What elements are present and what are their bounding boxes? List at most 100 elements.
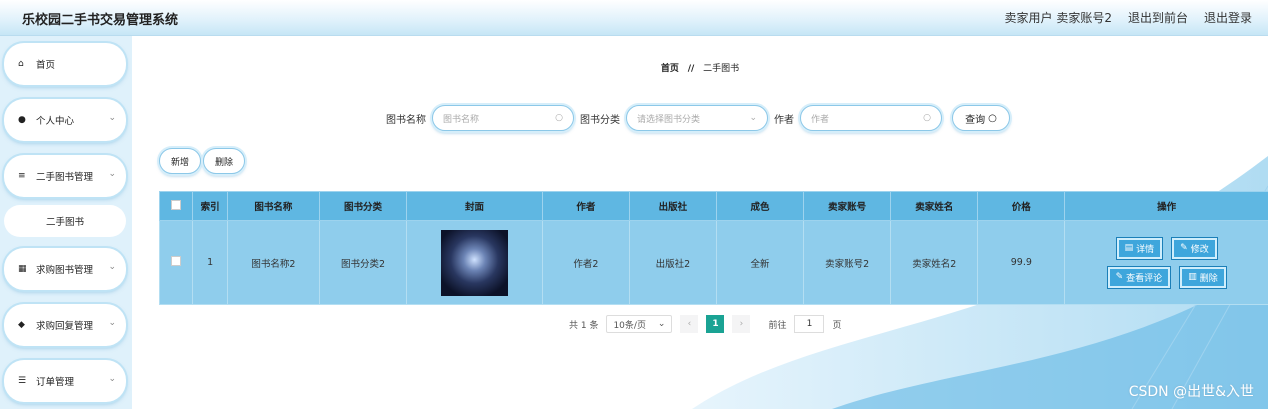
goto-label: 前往 <box>768 320 787 331</box>
col-header: 成色 <box>715 191 805 221</box>
cell-seller-name: 卖家姓名2 <box>890 220 979 305</box>
row-delete-label: 删除 <box>1199 273 1218 284</box>
select-all-header[interactable] <box>158 191 194 221</box>
watermark: CSDN @出世&入世 <box>1128 384 1254 400</box>
cell-seller-account: 卖家账号2 <box>803 220 892 305</box>
logout-link[interactable]: 退出登录 <box>1204 9 1252 26</box>
sidebar-item-wanted[interactable]: ▦ 求购图书管理 ⌄ <box>4 248 126 290</box>
col-header: 封面 <box>406 191 543 221</box>
pagination-total: 共 1 条 <box>569 320 599 331</box>
cover-image[interactable] <box>440 229 508 296</box>
book-name-placeholder: 图书名称 <box>443 114 480 125</box>
breadcrumb-separator: // <box>687 64 695 74</box>
cell-name: 图书名称2 <box>226 220 321 305</box>
edit-icon: ✎ <box>1115 272 1124 282</box>
row-checkbox[interactable] <box>171 256 182 266</box>
chevron-down-icon: ⌄ <box>108 374 116 384</box>
sidebar-subitem-label: 二手图书 <box>45 217 84 228</box>
col-header: 价格 <box>977 191 1066 221</box>
cell-actions: ▤ 详情 ✎ 修改 ✎ 查看评论 ▥ 删除 <box>1064 220 1268 305</box>
row-delete-button[interactable]: ▥ 删除 <box>1179 265 1227 289</box>
category-placeholder: 请选择图书分类 <box>637 114 701 125</box>
col-header: 卖家账号 <box>803 191 892 221</box>
front-link[interactable]: 退出到前台 <box>1128 9 1188 26</box>
col-header: 出版社 <box>628 191 717 221</box>
sidebar-item-label: 首页 <box>36 60 56 71</box>
sidebar-item-label: 求购图书管理 <box>36 265 94 276</box>
sidebar-item-profile[interactable]: ● 个人中心 ⌄ <box>4 99 126 141</box>
author-input[interactable]: 作者 ○ <box>800 105 942 131</box>
sidebar-item-books[interactable]: ≡ 二手图书管理 ⌄ <box>4 155 126 197</box>
top-right-links: 卖家用户 卖家账号2 退出到前台 退出登录 <box>1005 9 1252 26</box>
table-row[interactable]: 1 图书名称2 图书分类2 作者2 出版社2 全新 卖家账号2 卖家姓名2 99… <box>158 220 1268 305</box>
breadcrumb-home[interactable]: 首页 <box>661 64 679 74</box>
col-header: 图书分类 <box>318 191 408 221</box>
chevron-left-icon: ‹ <box>687 319 692 329</box>
sidebar-item-replies[interactable]: ◆ 求购回复管理 ⌄ <box>4 304 126 346</box>
cell-publisher: 出版社2 <box>628 220 717 305</box>
delete-button[interactable]: 删除 <box>203 148 245 174</box>
add-button[interactable]: 新增 <box>159 148 201 174</box>
sidebar-item-label: 二手图书管理 <box>36 172 94 183</box>
page-size-select[interactable]: 10条/页 ⌄ <box>606 315 673 333</box>
author-placeholder: 作者 <box>811 114 830 125</box>
goto-page-input[interactable]: 1 <box>794 315 825 333</box>
sliders-icon: ≡ <box>18 171 26 181</box>
table-header-row: 索引 图书名称 图书分类 封面 作者 出版社 成色 卖家账号 卖家姓名 价格 操… <box>158 191 1268 221</box>
main-content: 首页 // 二手图书 图书名称 图书名称 ○ 图书分类 请选择图书分类 ⌄ 作者… <box>132 36 1268 409</box>
col-header: 操作 <box>1064 191 1268 221</box>
trash-icon: ▥ <box>1188 272 1197 282</box>
prev-page-button[interactable]: ‹ <box>680 315 699 333</box>
sidebar-subitem-books[interactable]: 二手图书 <box>4 205 126 237</box>
pagination: 共 1 条 10条/页 ⌄ ‹ 1 › 前往 1 页 <box>569 315 841 333</box>
sidebar-item-label: 求购回复管理 <box>36 321 94 332</box>
category-select[interactable]: 请选择图书分类 ⌄ <box>626 105 768 131</box>
cell-category: 图书分类2 <box>318 220 408 305</box>
top-bar: 乐校园二手书交易管理系统 卖家用户 卖家账号2 退出到前台 退出登录 <box>0 0 1268 36</box>
next-page-button[interactable]: › <box>732 315 751 333</box>
col-header: 作者 <box>541 191 630 221</box>
book-name-input[interactable]: 图书名称 ○ <box>432 105 574 131</box>
category-label: 图书分类 <box>580 114 620 126</box>
detail-icon: ▤ <box>1124 243 1134 253</box>
query-label: 查询 <box>965 114 986 126</box>
user-icon: ● <box>18 115 26 125</box>
chevron-down-icon: ⌄ <box>108 113 116 123</box>
sidebar-item-orders[interactable]: ☰ 订单管理 ⌄ <box>4 360 126 402</box>
breadcrumb-current: 二手图书 <box>703 64 740 74</box>
sidebar-item-label: 订单管理 <box>36 377 75 388</box>
detail-label: 详情 <box>1136 244 1155 255</box>
col-header: 图书名称 <box>226 191 321 221</box>
chevron-down-icon: ⌄ <box>749 113 757 123</box>
search-icon: ○ <box>988 112 997 124</box>
page-size-value: 10条/页 <box>613 320 646 331</box>
select-all-checkbox[interactable] <box>171 199 182 210</box>
toolbar: 新增 删除 <box>159 148 245 174</box>
grid-icon: ▦ <box>18 264 27 274</box>
chevron-right-icon: › <box>739 319 744 329</box>
book-name-label: 图书名称 <box>386 114 426 126</box>
edit-icon: ✎ <box>1180 243 1188 253</box>
search-icon: ○ <box>923 113 931 123</box>
chevron-down-icon: ⌄ <box>108 318 116 328</box>
home-icon: ⌂ <box>18 59 24 69</box>
page-number-active[interactable]: 1 <box>706 315 725 333</box>
edit-button[interactable]: ✎ 修改 <box>1171 236 1218 260</box>
chevron-down-icon: ⌄ <box>657 319 666 329</box>
books-table: 索引 图书名称 图书分类 封面 作者 出版社 成色 卖家账号 卖家姓名 价格 操… <box>158 191 1268 305</box>
detail-button[interactable]: ▤ 详情 <box>1115 236 1164 260</box>
chevron-down-icon: ⌄ <box>108 169 116 179</box>
page-unit-label: 页 <box>832 320 842 331</box>
view-reviews-button[interactable]: ✎ 查看评论 <box>1106 265 1172 289</box>
delete-label: 删除 <box>214 157 233 168</box>
add-label: 新增 <box>170 157 189 168</box>
sidebar-item-home[interactable]: ⌂ 首页 <box>4 43 126 85</box>
sidebar: ⌂ 首页 ● 个人中心 ⌄ ≡ 二手图书管理 ⌄ 二手图书 ▦ 求购图书管理 ⌄… <box>0 36 132 409</box>
row-select-cell[interactable] <box>158 220 194 305</box>
app-title: 乐校园二手书交易管理系统 <box>22 13 179 28</box>
cell-condition: 全新 <box>715 220 805 305</box>
query-button[interactable]: 查询 ○ <box>952 105 1010 131</box>
chevron-down-icon: ⌄ <box>108 262 116 272</box>
cell-cover <box>406 220 543 305</box>
current-user: 卖家用户 卖家账号2 <box>1004 11 1112 25</box>
